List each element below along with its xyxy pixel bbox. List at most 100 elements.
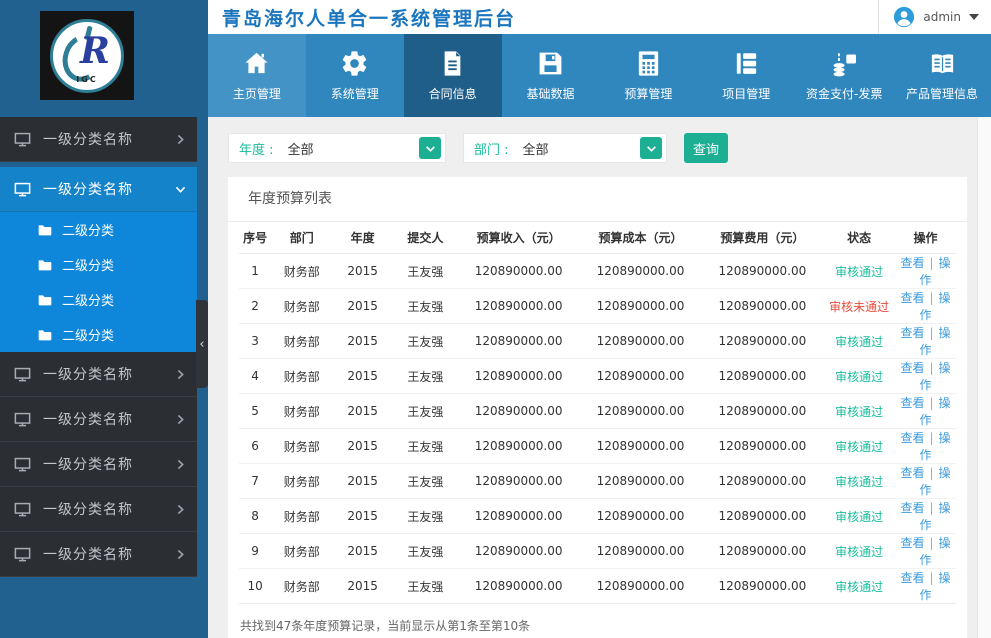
- sidebar-item-1[interactable]: 一级分类名称: [0, 117, 197, 162]
- sidebar-item-2[interactable]: 一级分类名称: [0, 167, 197, 212]
- nav-tab-4[interactable]: 基础数据: [502, 34, 600, 117]
- sidebar-item-4[interactable]: 一级分类名称: [0, 397, 197, 442]
- row-submitter: 王友强: [393, 324, 458, 359]
- sidebar-subitem-4[interactable]: 二级分类: [0, 317, 197, 352]
- folder-icon: [37, 257, 53, 273]
- row-year: 2015: [332, 359, 393, 394]
- user-menu[interactable]: admin: [878, 0, 991, 34]
- row-expense: 120890000.00: [701, 534, 823, 569]
- chevron-down-icon[interactable]: [640, 137, 662, 159]
- nav-tab-7[interactable]: 资金支付-发票: [795, 34, 893, 117]
- table-row: 2财务部2015王友强120890000.00120890000.0012089…: [239, 289, 956, 324]
- budget-table: 序号部门年度提交人预算收入（元）预算成本（元）预算费用（元）状态操作 1财务部2…: [239, 222, 956, 604]
- view-link[interactable]: 查看: [900, 431, 924, 445]
- row-seq: 6: [239, 429, 271, 464]
- main-area: 青岛海尔人单合一系统管理后台 admin 主页管理系统管理合同信息基础数据预算管…: [208, 0, 991, 638]
- year-select[interactable]: 年度 : 全部: [228, 133, 446, 163]
- view-link[interactable]: 查看: [900, 291, 924, 305]
- main-nav: 主页管理系统管理合同信息基础数据预算管理项目管理资金支付-发票产品管理信息: [208, 34, 991, 117]
- caret-down-icon: [969, 14, 979, 20]
- row-dept: 财务部: [271, 324, 332, 359]
- project-icon: [732, 49, 761, 78]
- app-root: R IGC 一级分类名称一级分类名称二级分类二级分类二级分类二级分类一级分类名称…: [0, 0, 991, 638]
- row-submitter: 王友强: [393, 534, 458, 569]
- nav-tab-5[interactable]: 预算管理: [600, 34, 698, 117]
- row-dept: 财务部: [271, 534, 332, 569]
- nav-tab-label: 资金支付-发票: [806, 85, 882, 102]
- row-submitter: 王友强: [393, 254, 458, 289]
- status-badge: 审核通过: [823, 254, 895, 289]
- status-badge: 审核通过: [823, 394, 895, 429]
- home-icon: [242, 49, 271, 78]
- row-dept: 财务部: [271, 569, 332, 604]
- row-year: 2015: [332, 429, 393, 464]
- column-header-9: 操作: [895, 222, 956, 254]
- row-expense: 120890000.00: [701, 324, 823, 359]
- column-header-5: 预算收入（元）: [458, 222, 580, 254]
- department-select[interactable]: 部门 : 全部: [463, 133, 667, 163]
- table-row: 10财务部2015王友强120890000.00120890000.001208…: [239, 569, 956, 604]
- view-link[interactable]: 查看: [900, 256, 924, 270]
- budget-list-panel: 年度预算列表 序号部门年度提交人预算收入（元）预算成本（元）预算费用（元）状态操…: [228, 177, 967, 638]
- view-link[interactable]: 查看: [900, 466, 924, 480]
- user-avatar-icon: [893, 6, 915, 28]
- view-link[interactable]: 查看: [900, 571, 924, 585]
- sidebar-item-7[interactable]: 一级分类名称: [0, 532, 197, 577]
- row-year: 2015: [332, 254, 393, 289]
- row-seq: 1: [239, 254, 271, 289]
- row-cost: 120890000.00: [580, 254, 702, 289]
- row-actions: 查看|操作: [895, 324, 956, 359]
- logo-caption: IGC: [53, 75, 121, 84]
- row-actions: 查看|操作: [895, 359, 956, 394]
- row-income: 120890000.00: [458, 394, 580, 429]
- chevron-right-icon: [174, 548, 187, 561]
- nav-tab-2[interactable]: 系统管理: [306, 34, 404, 117]
- action-separator: |: [929, 431, 933, 445]
- year-label: 年度 :: [239, 139, 274, 158]
- row-seq: 7: [239, 464, 271, 499]
- nav-tab-1[interactable]: 主页管理: [208, 34, 306, 117]
- sidebar-subitem-2[interactable]: 二级分类: [0, 247, 197, 282]
- row-expense: 120890000.00: [701, 429, 823, 464]
- row-seq: 3: [239, 324, 271, 359]
- sidebar-item-5[interactable]: 一级分类名称: [0, 442, 197, 487]
- row-seq: 5: [239, 394, 271, 429]
- sidebar-item-label: 一级分类名称: [43, 409, 174, 429]
- row-income: 120890000.00: [458, 429, 580, 464]
- row-seq: 10: [239, 569, 271, 604]
- gear-icon: [340, 49, 369, 78]
- row-dept: 财务部: [271, 429, 332, 464]
- nav-tab-6[interactable]: 项目管理: [697, 34, 795, 117]
- status-badge: 审核通过: [823, 464, 895, 499]
- sidebar-subitem-1[interactable]: 二级分类: [0, 212, 197, 247]
- calculator-icon: [634, 49, 663, 78]
- view-link[interactable]: 查看: [900, 326, 924, 340]
- scrollbar[interactable]: [977, 117, 991, 638]
- sidebar-collapse-handle[interactable]: ‹: [196, 300, 208, 388]
- search-button[interactable]: 查询: [684, 133, 728, 163]
- chevron-down-icon[interactable]: [419, 137, 441, 159]
- row-seq: 8: [239, 499, 271, 534]
- row-expense: 120890000.00: [701, 464, 823, 499]
- row-submitter: 王友强: [393, 464, 458, 499]
- sidebar-subitem-3[interactable]: 二级分类: [0, 282, 197, 317]
- table-row: 6财务部2015王友强120890000.00120890000.0012089…: [239, 429, 956, 464]
- view-link[interactable]: 查看: [900, 501, 924, 515]
- view-link[interactable]: 查看: [900, 361, 924, 375]
- view-link[interactable]: 查看: [900, 536, 924, 550]
- table-row: 5财务部2015王友强120890000.00120890000.0012089…: [239, 394, 956, 429]
- chevron-right-icon: [174, 368, 187, 381]
- row-submitter: 王友强: [393, 429, 458, 464]
- sidebar-item-6[interactable]: 一级分类名称: [0, 487, 197, 532]
- column-header-6: 预算成本（元）: [580, 222, 702, 254]
- sidebar-item-3[interactable]: 一级分类名称: [0, 352, 197, 397]
- nav-tab-8[interactable]: 产品管理信息: [893, 34, 991, 117]
- row-year: 2015: [332, 499, 393, 534]
- logo-circle: R IGC: [50, 19, 124, 93]
- monitor-icon: [13, 180, 32, 199]
- row-income: 120890000.00: [458, 324, 580, 359]
- monitor-icon: [13, 455, 32, 474]
- view-link[interactable]: 查看: [900, 396, 924, 410]
- sidebar-item-label: 一级分类名称: [43, 544, 174, 564]
- nav-tab-3[interactable]: 合同信息: [404, 34, 502, 117]
